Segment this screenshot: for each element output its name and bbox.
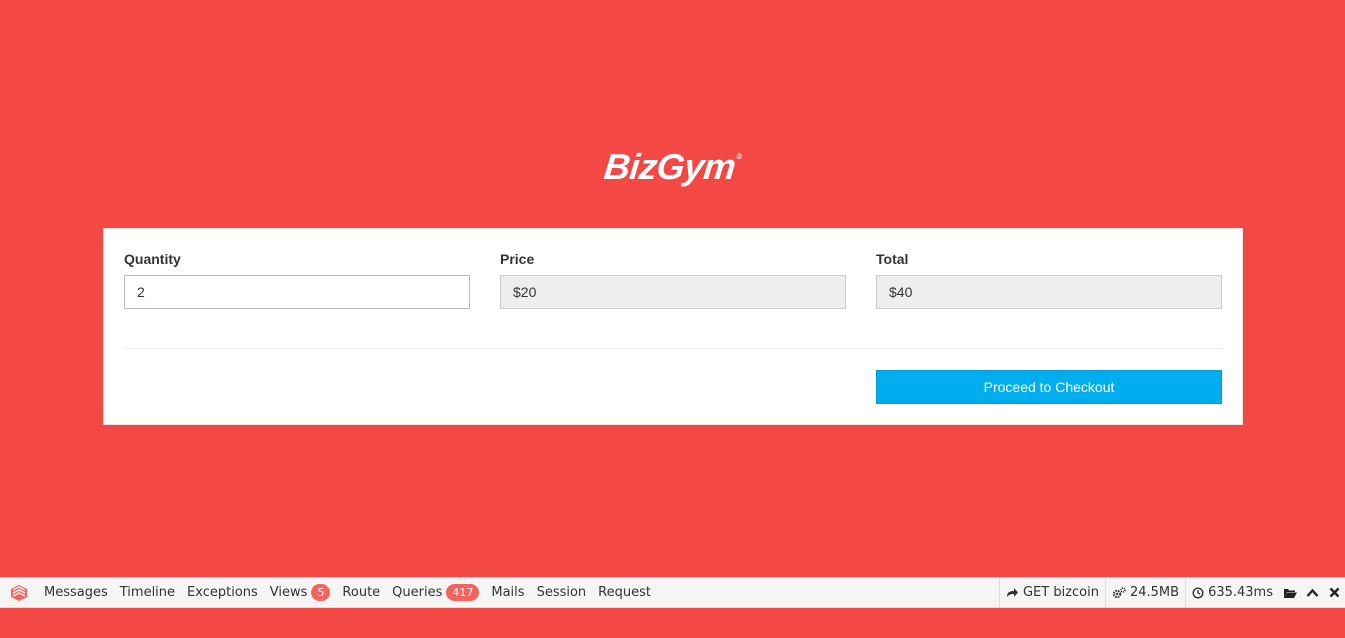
tab-label: Views [269, 585, 308, 600]
chevron-up-icon[interactable] [1301, 578, 1323, 608]
quantity-input[interactable] [124, 275, 470, 309]
price-field: Price $20 [500, 251, 846, 309]
logo-text: BizGym [602, 146, 738, 187]
quantity-label: Quantity [124, 251, 181, 267]
brand-logo: BizGym® [0, 146, 1345, 188]
price-label: Price [500, 251, 535, 267]
request-indicator[interactable]: GET bizcoin [998, 577, 1105, 608]
tab-label: Exceptions [187, 585, 258, 600]
total-field: Total $40 [876, 251, 1222, 309]
tab-messages[interactable]: Messages [38, 578, 114, 608]
proceed-to-checkout-button[interactable]: Proceed to Checkout [876, 370, 1222, 404]
tab-label: Messages [44, 585, 108, 600]
quantity-field: Quantity [124, 251, 470, 309]
tab-request[interactable]: Request [592, 578, 657, 608]
form-divider [124, 348, 1222, 349]
close-icon[interactable] [1323, 578, 1345, 608]
tab-label: Session [536, 585, 587, 600]
time-indicator[interactable]: 635.43ms [1185, 577, 1279, 608]
memory-text: 24.5MB [1129, 585, 1180, 600]
request-text: GET bizcoin [1022, 585, 1099, 600]
tab-timeline[interactable]: Timeline [114, 578, 181, 608]
debug-bar: Messages Timeline Exceptions Views 5 Rout… [0, 577, 1345, 608]
tab-mails[interactable]: Mails [485, 578, 530, 608]
registered-mark: ® [735, 152, 743, 161]
tab-views[interactable]: Views 5 [264, 578, 337, 608]
views-count-badge: 5 [311, 584, 331, 601]
total-label: Total [876, 251, 909, 267]
tab-route[interactable]: Route [336, 578, 386, 608]
time-text: 635.43ms [1208, 585, 1273, 600]
tab-label: Timeline [119, 585, 176, 600]
clock-icon [1192, 586, 1204, 599]
total-value: $40 [876, 275, 1222, 309]
tab-label: Queries [392, 585, 443, 600]
share-arrow-icon [1006, 587, 1019, 598]
tab-queries[interactable]: Queries 417 [386, 578, 485, 608]
tab-exceptions[interactable]: Exceptions [181, 578, 264, 608]
tab-session[interactable]: Session [531, 578, 593, 608]
price-value: $20 [500, 275, 846, 309]
tab-label: Mails [491, 585, 525, 600]
tab-label: Route [342, 585, 381, 600]
memory-indicator[interactable]: 24.5MB [1104, 577, 1185, 608]
queries-count-badge: 417 [446, 584, 480, 601]
folder-open-icon[interactable] [1279, 578, 1301, 608]
laravel-logo-icon[interactable] [0, 578, 38, 608]
gears-icon [1112, 586, 1126, 599]
order-form-card: Quantity Price $20 Total $40 Proceed to … [103, 228, 1243, 425]
tab-label: Request [598, 585, 651, 600]
